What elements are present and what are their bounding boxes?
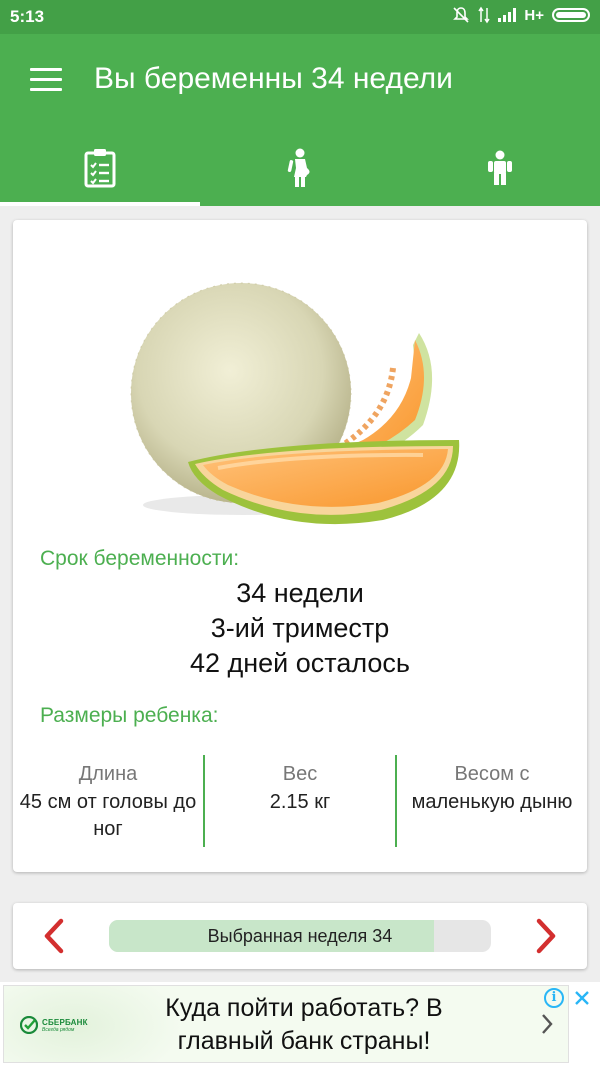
term-label: Срок беременности: (40, 547, 240, 570)
network-type: H+ (524, 6, 544, 24)
tab-bar (0, 130, 600, 206)
mother-icon (287, 148, 310, 187)
compare-value: маленькую дыню (411, 791, 573, 813)
term-details: 34 недели 3-ий триместр 42 дней осталось (13, 576, 587, 681)
week-info-card: Срок беременности: 34 недели 3-ий тримес… (13, 220, 587, 872)
ad-text[interactable]: Куда пойти работать? В главный банк стра… (124, 992, 484, 1058)
previous-week-button[interactable] (37, 917, 73, 955)
ad-banner[interactable]: СБЕРБАНК Всегда рядом Куда пойти работат… (0, 982, 600, 1066)
days-left-text: 42 дней осталось (189, 648, 411, 678)
length-header: Длина (78, 763, 138, 785)
ad-close-icon[interactable] (572, 988, 592, 1008)
compare-column: Весом с маленькую дыню (395, 755, 587, 847)
baby-sizes: Длина 45 см от головы до ног Вес 2.15 кг… (13, 755, 587, 847)
ad-brand: СБЕРБАНК (42, 1017, 88, 1027)
compare-header: Весом с (454, 763, 530, 785)
trimester-text: 3-ий триместр (210, 613, 390, 643)
ad-info-icon[interactable]: i (544, 988, 564, 1008)
tab-mother[interactable] (200, 130, 400, 206)
week-progress-bar[interactable]: Выбранная неделя 34 (109, 920, 491, 952)
melon-image (130, 282, 460, 525)
weight-column: Вес 2.15 кг (203, 755, 395, 847)
notifications-off-icon (453, 7, 470, 23)
signal-icon (498, 8, 517, 22)
app-bar: Вы беременны 34 недели (0, 34, 600, 130)
week-selector: Выбранная неделя 34 (13, 903, 587, 969)
clipboard-checklist-icon (84, 149, 116, 188)
status-time: 5:13 (10, 7, 45, 26)
weight-value: 2.15 кг (269, 791, 331, 813)
tab-child[interactable] (400, 130, 600, 206)
status-icons: H+ (452, 6, 590, 24)
status-bar: 5:13 H+ (0, 0, 600, 34)
ad-brand-tagline: Всегда рядом (42, 1026, 75, 1033)
sberbank-logo: СБЕРБАНК Всегда рядом (20, 1016, 88, 1034)
battery-icon (552, 8, 590, 22)
sizes-label: Размеры ребенка: (40, 704, 219, 727)
tab-pregnancy-info[interactable] (0, 130, 200, 206)
next-week-button[interactable] (527, 917, 563, 955)
chevron-right-icon[interactable] (540, 1012, 554, 1036)
length-value: 45 см от головы до ног (19, 791, 197, 840)
weeks-text: 34 недели (236, 578, 364, 608)
page-title: Вы беременны 34 недели (94, 62, 453, 95)
selected-week-label: Выбранная неделя 34 (207, 926, 393, 946)
data-arrows-icon (478, 6, 491, 24)
weight-header: Вес (282, 763, 318, 785)
length-column: Длина 45 см от головы до ног (13, 755, 203, 847)
menu-icon[interactable] (30, 68, 62, 92)
ad-content[interactable]: СБЕРБАНК Всегда рядом Куда пойти работат… (3, 985, 569, 1063)
child-icon (488, 150, 512, 185)
sberbank-logo-icon (20, 1016, 38, 1034)
